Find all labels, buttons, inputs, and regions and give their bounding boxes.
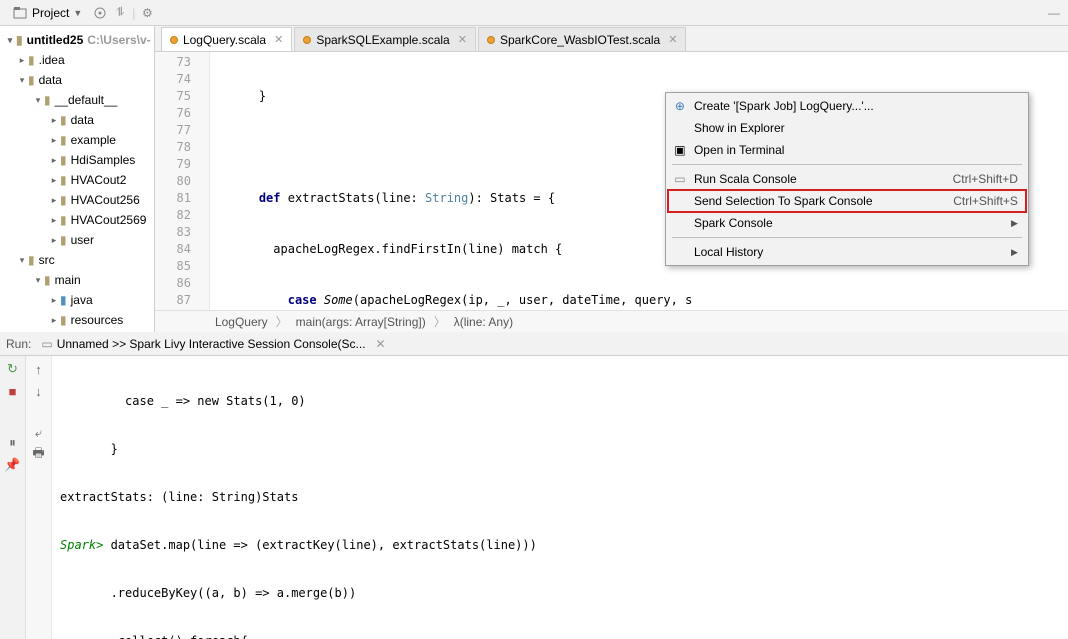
scala-file-icon xyxy=(170,36,178,44)
breadcrumb-item[interactable]: LogQuery xyxy=(215,315,268,329)
collapse-icon[interactable] xyxy=(92,5,108,21)
gear-icon[interactable]: ⚙ xyxy=(139,5,155,21)
context-menu: ⊕Create '[Spark Job] LogQuery...'... Sho… xyxy=(665,92,1029,266)
folder-icon: ▮ xyxy=(60,173,67,187)
wrap-icon[interactable]: ⤶ xyxy=(31,425,47,441)
line-gutter: 73747576777879808182838485868788 xyxy=(155,52,210,310)
console-icon: ▭ xyxy=(41,337,52,351)
tree-example[interactable]: ▸▮example xyxy=(0,130,154,150)
folder-icon: ▮ xyxy=(60,193,67,207)
console-icon: ▭ xyxy=(672,172,688,186)
tree-idea[interactable]: ▸▮.idea xyxy=(0,50,154,70)
folder-icon: ▮ xyxy=(60,233,67,247)
breadcrumb-item[interactable]: main(args: Array[String]) xyxy=(296,315,426,329)
submenu-arrow-icon: ▶ xyxy=(1011,247,1018,258)
menu-run-scala-console[interactable]: ▭Run Scala ConsoleCtrl+Shift+D xyxy=(668,168,1026,190)
run-panel: ↻ ■ ⏸ 📌 ↑ ↓ ⤶ 🖶 case _ => new Stats(1, 0… xyxy=(0,332,1068,639)
tree-main[interactable]: ▾▮main xyxy=(0,270,154,290)
code-breadcrumb: LogQuery〉 main(args: Array[String])〉 λ(l… xyxy=(155,310,1068,332)
menu-separator xyxy=(672,237,1022,238)
stop-icon[interactable]: ■ xyxy=(5,383,21,399)
pause-icon[interactable]: ⏸ xyxy=(5,435,21,451)
chevron-down-icon: ▼ xyxy=(73,8,82,18)
editor-tabs: LogQuery.scala✕ SparkSQLExample.scala✕ S… xyxy=(155,26,1068,52)
divide-icon[interactable]: ⥮ xyxy=(112,5,128,21)
project-toolbar: Project ▼ ⥮ | ⚙ — xyxy=(0,0,1068,26)
tab-sparkcore[interactable]: SparkCore_WasbIOTest.scala✕ xyxy=(478,27,687,51)
tree-user[interactable]: ▸▮user xyxy=(0,230,154,250)
run-toolbar-left: ↻ ■ ⏸ 📌 xyxy=(0,333,26,639)
print-icon[interactable]: 🖶 xyxy=(31,447,47,463)
breadcrumb-item[interactable]: λ(line: Any) xyxy=(454,315,513,329)
tab-logquery[interactable]: LogQuery.scala✕ xyxy=(161,27,292,51)
tree-root[interactable]: ▾▮untitled25C:\Users\v- xyxy=(0,30,154,50)
close-icon[interactable]: ✕ xyxy=(458,33,467,46)
menu-separator xyxy=(672,164,1022,165)
menu-send-selection-spark[interactable]: Send Selection To Spark ConsoleCtrl+Shif… xyxy=(668,190,1026,212)
tree-hv2[interactable]: ▸▮HVACout2 xyxy=(0,170,154,190)
close-icon[interactable]: ✕ xyxy=(668,33,677,46)
rerun-icon[interactable]: ↻ xyxy=(5,361,21,377)
project-dropdown[interactable]: Project ▼ xyxy=(6,3,88,23)
scala-file-icon xyxy=(487,36,495,44)
folder-icon: ▮ xyxy=(60,153,67,167)
globe-icon: ⊕ xyxy=(672,99,688,113)
menu-create-spark-job[interactable]: ⊕Create '[Spark Job] LogQuery...'... xyxy=(668,95,1026,117)
hide-icon[interactable]: — xyxy=(1046,5,1062,21)
folder-icon: ▮ xyxy=(60,313,67,327)
menu-open-terminal[interactable]: ▣Open in Terminal xyxy=(668,139,1026,161)
tree-data[interactable]: ▾▮data xyxy=(0,70,154,90)
tree-hdi[interactable]: ▸▮HdiSamples xyxy=(0,150,154,170)
folder-icon: ▮ xyxy=(28,73,35,87)
project-icon xyxy=(12,5,28,21)
folder-icon: ▮ xyxy=(60,213,67,227)
tree-resources[interactable]: ▸▮resources xyxy=(0,310,154,330)
console-output[interactable]: case _ => new Stats(1, 0) } extractStats… xyxy=(52,333,1068,639)
up-icon[interactable]: ↑ xyxy=(31,361,47,377)
folder-icon: ▮ xyxy=(28,253,35,267)
folder-icon: ▮ xyxy=(44,93,51,107)
folder-icon: ▮ xyxy=(60,113,67,127)
tree-default[interactable]: ▾▮__default__ xyxy=(0,90,154,110)
project-tree: ▾▮untitled25C:\Users\v- ▸▮.idea ▾▮data ▾… xyxy=(0,26,155,332)
tree-hv256[interactable]: ▸▮HVACout256 xyxy=(0,190,154,210)
folder-icon: ▮ xyxy=(60,133,67,147)
submenu-arrow-icon: ▶ xyxy=(1011,218,1018,229)
scala-file-icon xyxy=(303,36,311,44)
terminal-icon: ▣ xyxy=(672,143,688,157)
folder-icon: ▮ xyxy=(16,33,23,47)
run-label: Run: xyxy=(6,337,31,351)
tree-hv2569[interactable]: ▸▮HVACout2569 xyxy=(0,210,154,230)
folder-icon: ▮ xyxy=(60,293,67,307)
close-icon[interactable]: ✕ xyxy=(274,33,283,46)
tree-data2[interactable]: ▸▮data xyxy=(0,110,154,130)
menu-local-history[interactable]: Local History▶ xyxy=(668,241,1026,263)
menu-show-explorer[interactable]: Show in Explorer xyxy=(668,117,1026,139)
tab-sparksql[interactable]: SparkSQLExample.scala✕ xyxy=(294,27,476,51)
menu-spark-console[interactable]: Spark Console▶ xyxy=(668,212,1026,234)
run-toolbar-inner: ↑ ↓ ⤶ 🖶 xyxy=(26,333,52,639)
tree-src[interactable]: ▾▮src xyxy=(0,250,154,270)
folder-icon: ▮ xyxy=(28,53,35,67)
editor: LogQuery.scala✕ SparkSQLExample.scala✕ S… xyxy=(155,26,1068,332)
folder-icon: ▮ xyxy=(44,273,51,287)
project-label: Project xyxy=(32,6,69,20)
tree-java[interactable]: ▸▮java xyxy=(0,290,154,310)
down-icon[interactable]: ↓ xyxy=(31,383,47,399)
pin-icon[interactable]: 📌 xyxy=(5,457,21,473)
